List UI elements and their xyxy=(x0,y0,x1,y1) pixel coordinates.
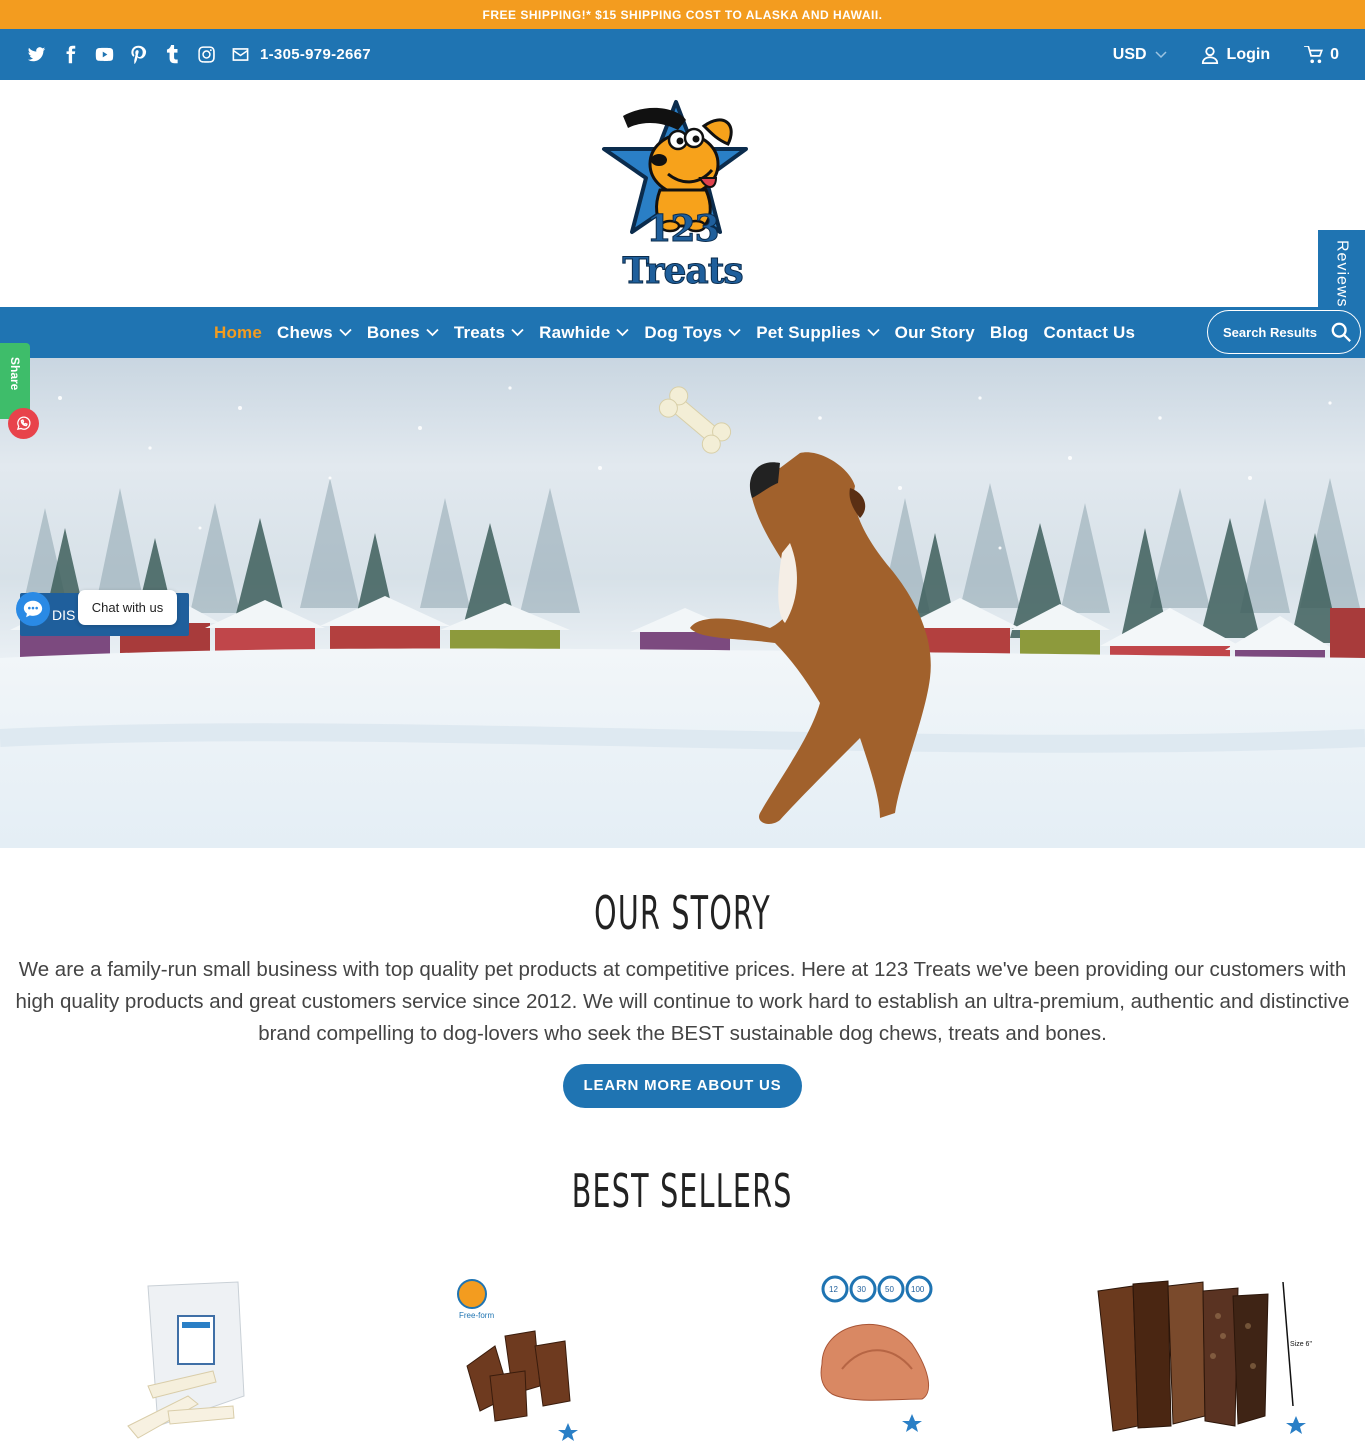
nav-item-blog[interactable]: Blog xyxy=(990,323,1029,343)
nav-item-home[interactable]: Home xyxy=(214,323,262,343)
nav-item-bones[interactable]: Bones xyxy=(367,323,439,343)
currency-selector[interactable]: USD xyxy=(1113,46,1167,64)
nav-item-label: Home xyxy=(214,322,263,342)
nav-item-treats[interactable]: Treats xyxy=(454,323,524,343)
nav-item-rawhide[interactable]: Rawhide xyxy=(539,322,630,343)
chevron-down-icon xyxy=(426,328,439,337)
search-placeholder: Search Results xyxy=(1223,324,1317,340)
youtube-icon[interactable] xyxy=(94,45,114,65)
currency-value: USD xyxy=(1112,45,1147,63)
product-size-badge: 30 xyxy=(857,1285,866,1294)
chevron-down-icon xyxy=(728,328,741,337)
nav-item-chews[interactable]: Chews xyxy=(277,323,352,343)
chat-with-us-label[interactable]: Chat with us xyxy=(78,590,177,625)
cart-count: 0 xyxy=(1330,45,1339,63)
our-story-text: We are a family-run small business with … xyxy=(15,958,1350,1045)
cart-link[interactable]: 0 xyxy=(1304,45,1339,64)
product-image-free-form-chews: Free-form xyxy=(457,1279,578,1441)
chat-button[interactable] xyxy=(16,592,50,626)
logo[interactable]: 123 Treats xyxy=(588,94,778,294)
nav-item-label: Rawhide xyxy=(539,322,611,342)
instagram-icon[interactable] xyxy=(196,45,216,65)
discount-widget-label: DIS xyxy=(52,606,76,623)
product-image-jerky-strips: Size 6" xyxy=(1097,1280,1312,1434)
hero-winter-dog-image xyxy=(0,386,1365,848)
login-label: Login xyxy=(1226,45,1271,63)
nav-item-label: Dog Toys xyxy=(644,322,723,342)
login-link[interactable]: Login xyxy=(1201,45,1271,64)
main-nav: Home Chews Bones Treats Rawhide Dog Toys Pet S… xyxy=(0,307,1365,358)
pinterest-icon[interactable] xyxy=(128,45,148,65)
product-image-rawhide-bag xyxy=(127,1281,245,1439)
user-icon xyxy=(1201,46,1218,64)
hero-banner[interactable] xyxy=(0,358,1365,848)
product-badge-free-form: Free-form xyxy=(459,1311,494,1320)
nav-item-label: Blog xyxy=(989,322,1029,342)
nav-items: Home Chews Bones Treats Rawhide Dog Toys Pet S… xyxy=(214,323,1135,343)
chevron-down-icon xyxy=(1155,50,1167,58)
nav-item-label: Treats xyxy=(453,322,506,342)
social-links xyxy=(26,45,250,65)
chevron-down-icon xyxy=(867,328,880,337)
phone-link[interactable]: 1-305-979-2667 xyxy=(260,46,371,63)
product-size-badge: 50 xyxy=(885,1285,894,1294)
best-sellers-grid: Free-form 12 30 50 100 Size 6" xyxy=(0,1270,1365,1445)
nav-item-label: Bones xyxy=(366,322,420,342)
nav-item-contact-us[interactable]: Contact Us xyxy=(1043,323,1135,343)
learn-more-button[interactable]: LEARN MORE ABOUT US xyxy=(562,1064,803,1108)
product-size-label: Size 6" xyxy=(1290,1341,1312,1348)
nav-item-label: Chews xyxy=(277,322,333,342)
our-story-section: OUR STORY We are a family-run small busi… xyxy=(0,886,1365,1218)
chevron-down-icon xyxy=(616,328,630,337)
chat-icon xyxy=(23,600,43,618)
search-icon[interactable] xyxy=(1330,321,1352,343)
chat-label-text: Chat with us xyxy=(91,600,164,615)
cart-icon xyxy=(1304,45,1324,63)
nav-item-pet-supplies[interactable]: Pet Supplies xyxy=(756,322,880,343)
top-bar-right: USD Login 0 xyxy=(1113,45,1339,64)
nav-item-label: Our Story xyxy=(894,322,975,342)
product-card[interactable]: 12 30 50 100 xyxy=(682,1270,1023,1445)
product-size-badge: 100 xyxy=(911,1285,925,1294)
nav-item-label: Contact Us xyxy=(1043,322,1136,342)
twitter-icon[interactable] xyxy=(26,45,46,65)
nav-item-dog-toys[interactable]: Dog Toys xyxy=(644,323,741,343)
facebook-icon[interactable] xyxy=(60,45,80,65)
nav-item-our-story[interactable]: Our Story xyxy=(895,323,975,343)
best-sellers-title: BEST SELLERS xyxy=(572,1164,793,1218)
logo-text: 123 Treats xyxy=(622,207,744,292)
site-header: 123 Treats Reviews xyxy=(0,80,1365,346)
chevron-down-icon xyxy=(339,328,352,337)
announcement-text: FREE SHIPPING!* $15 SHIPPING COST TO ALA… xyxy=(482,7,883,22)
product-card[interactable]: Free-form xyxy=(341,1270,682,1445)
chevron-down-icon xyxy=(511,328,524,337)
product-size-badge: 12 xyxy=(829,1285,838,1294)
top-bar: 1-305-979-2667 USD Login 0 xyxy=(0,29,1365,80)
search-input[interactable]: Search Results xyxy=(1207,310,1361,354)
share-label: Share xyxy=(8,357,22,391)
tumblr-icon[interactable] xyxy=(162,45,182,65)
product-card[interactable] xyxy=(0,1270,341,1445)
whatsapp-share-button[interactable] xyxy=(8,408,39,439)
our-story-title: OUR STORY xyxy=(594,886,771,940)
product-image-pig-ear: 12 30 50 100 xyxy=(820,1275,933,1432)
product-card[interactable]: Size 6" xyxy=(1023,1270,1364,1445)
announcement-bar: FREE SHIPPING!* $15 SHIPPING COST TO ALA… xyxy=(0,0,1365,29)
mail-icon[interactable] xyxy=(230,45,250,65)
nav-item-label: Pet Supplies xyxy=(756,322,861,342)
whatsapp-icon xyxy=(16,416,31,431)
reviews-tab-label: Reviews xyxy=(1333,240,1351,308)
